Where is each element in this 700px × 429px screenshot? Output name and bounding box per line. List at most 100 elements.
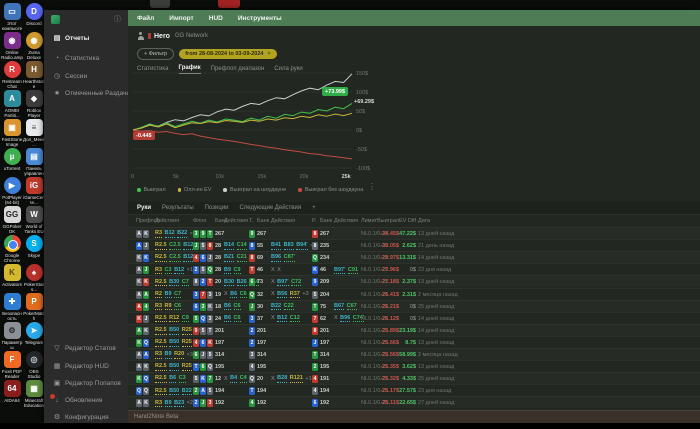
hand-row[interactable]: K Q R2.5 B6 C3 5 K 7 12 X B4 C4 Q 20 X B28 R121 +1 4 191 NL0… bbox=[128, 372, 700, 384]
menu-инструменты[interactable]: Инструменты bbox=[238, 15, 282, 22]
desktop-icon-telegram[interactable]: ➤ Telegram bbox=[23, 322, 45, 345]
desktop-icon-aida64[interactable]: 64 AIDA64 bbox=[1, 380, 23, 403]
sidebar-item-sessions[interactable]: ◷ Сессии bbox=[44, 68, 128, 84]
hands-tab-позиции[interactable]: Позиции bbox=[205, 205, 229, 211]
desktop-icon-activators[interactable]: K Activators bbox=[1, 264, 23, 287]
player-row[interactable]: Hero GG Network bbox=[128, 28, 700, 44]
desktop-icon-discord[interactable]: D Discord bbox=[23, 3, 45, 26]
column-header-9[interactable]: Банк bbox=[320, 218, 332, 224]
column-header-4[interactable]: Действия bbox=[224, 218, 248, 224]
desktop-icon-label: FastStone Image Viewer bbox=[1, 137, 23, 147]
close-icon[interactable]: × bbox=[267, 51, 270, 57]
desktop-icon-online-radio-amp-[interactable]: ◉Online Radio.amp... bbox=[1, 32, 23, 60]
desktop-icon-aomei-partiti-[interactable]: A AOMEI Partiti... bbox=[1, 90, 23, 118]
desktop-icon-skype[interactable]: S Skype bbox=[23, 235, 45, 258]
desktop-icon-world-of-tanks-eu[interactable]: W World of Tanks EU bbox=[23, 206, 45, 234]
hand-row[interactable]: AJR2.5C2.5B12×1J5828B14C14855B41B83B94'×… bbox=[128, 239, 700, 251]
desktop-icon-faststone-image-viewer[interactable]: ▣FastStone Image Viewer bbox=[1, 119, 23, 147]
sidebar-item-popup-editor[interactable]: ▣ Редактор Попапов bbox=[44, 375, 128, 391]
hand-row[interactable]: A A R3 B9 R20 ×3 6 J 5 314 3 314 T 314 NL0.1/0.25 -25.5… bbox=[128, 348, 700, 360]
column-header-2[interactable]: Флоп bbox=[193, 218, 206, 224]
desktop-icon-restream-chat[interactable]: R Restream Chat bbox=[1, 61, 23, 89]
column-header-11[interactable]: Лимит bbox=[361, 218, 377, 224]
legend-item-выиграл[interactable]: Выиграл bbox=[137, 187, 166, 193]
desktop-icon-minecraft-education[interactable]: ▦ Minecraft Education bbox=[23, 380, 45, 408]
hand-row[interactable]: A 4 R3 R9 C6 6 3 K 18 B6 C6 J 30 B22 C22 T 75 B67 C67 NL0.1… bbox=[128, 299, 700, 312]
action-token: C3 bbox=[164, 266, 172, 275]
desktop-icon-google-chrome[interactable]: Google Chrome bbox=[1, 235, 23, 263]
card-Qd: Q bbox=[143, 338, 149, 347]
hands-tab-+[interactable]: + bbox=[312, 205, 316, 211]
info-icon[interactable]: ⓘ bbox=[114, 14, 121, 24]
desktop-icon-pokermatch[interactable]: P PokerMatch bbox=[23, 293, 45, 321]
hands-tab-руки[interactable]: Руки bbox=[137, 205, 151, 211]
sidebar-item-label: Отмеченные Раздачи bbox=[65, 89, 128, 97]
sidebar-item-stats-editor[interactable]: ▽ Редактор Статов bbox=[44, 340, 128, 356]
desktop-icon-roblox-player[interactable]: ◆ Roblox Player bbox=[23, 90, 45, 118]
app-icon: H bbox=[25, 61, 43, 78]
add-filter-button[interactable]: + Фильтр bbox=[137, 48, 175, 60]
hand-row[interactable]: AKR2.5B50R25×295T20122018201NL0.1/0.25-2… bbox=[128, 323, 700, 336]
menu-импорт[interactable]: Импорт bbox=[169, 15, 193, 22]
sidebar-item-statistics[interactable]: ◔ Статистика bbox=[44, 50, 128, 66]
hand-row[interactable]: A A R2 B9 C7 3 7 3 19 X B6 C6 Q 32 X B56 R37 +3 5 204 NL0.1/… bbox=[128, 287, 700, 300]
sidebar-item-reports[interactable]: ▤ Отчеты bbox=[44, 30, 128, 46]
action-token: +3 bbox=[302, 291, 309, 298]
action-token: C67 bbox=[346, 302, 357, 311]
legend-item-олл-ин-ev[interactable]: Олл-ин EV bbox=[177, 187, 211, 193]
column-header-8[interactable]: Р. bbox=[312, 218, 316, 224]
desktop-icon-utorrent[interactable]: µ uTorrent bbox=[1, 148, 23, 171]
desktop-icon-этот-компьютер[interactable]: ▭Этот компьютер bbox=[1, 3, 23, 31]
configuration-icon: ⚙ bbox=[53, 414, 61, 421]
menu-hud[interactable]: HUD bbox=[209, 15, 223, 22]
date-filter-chip[interactable]: from 28-08-2024 to 03-09-2024 × bbox=[179, 49, 277, 59]
column-header-10[interactable]: Действия bbox=[334, 218, 358, 224]
hand-row[interactable]: K J R2.5 R12 C9 5 Q 3 24 B6 C6 3 37 X B12 C12 7 62 X B96 C74… bbox=[128, 311, 700, 324]
sidebar-item-configuration[interactable]: ⚙ Конфигурация bbox=[44, 409, 128, 425]
sidebar-item-updates[interactable]: ↓ Обновления bbox=[44, 392, 128, 408]
action-token: B12 bbox=[164, 230, 175, 238]
hand-row[interactable]: AKR3B12B22×239T26792678267NL0.1/0.25-34.… bbox=[128, 227, 700, 239]
desktop-icon-igamecente-[interactable]: iG iGameCente... bbox=[23, 177, 45, 205]
desktop-icon-панель-управления[interactable]: ▤Панель управления bbox=[23, 148, 45, 176]
hand-row[interactable]: AKR2.5B50R25×2T6Q19541952195NL0.1/0.25-2… bbox=[128, 360, 700, 372]
desktop-icon-ggpokerok[interactable]: GG GGPokerOK bbox=[1, 206, 23, 234]
column-header-14[interactable]: Дата bbox=[418, 218, 430, 224]
stats-editor-icon: ▽ bbox=[54, 345, 60, 352]
column-header-7[interactable]: Действия bbox=[271, 218, 295, 224]
card-Ks: K bbox=[143, 326, 149, 335]
hand-row[interactable]: KKR2.5B30C782T20B30B26C16673XB97'C729209… bbox=[128, 275, 700, 287]
desktop-icon-безопасность-windows[interactable]: ✚Безопасность Windows bbox=[1, 293, 23, 321]
hands-tab-следующие-действия[interactable]: Следующие Действия bbox=[239, 205, 301, 211]
card-6d: 6 bbox=[200, 338, 206, 347]
desktop-icon-foxit-pdf-reader[interactable]: F Foxit PDF Reader bbox=[1, 351, 23, 379]
action-token: B12 bbox=[277, 314, 288, 323]
chart-menu-icon[interactable]: ⋮ bbox=[368, 182, 376, 191]
hand-row[interactable]: A J R3 C3 B12 ×1 2 5 Q 28 B9 C9 T 46 X X K 46 B97' C91 NL0.1… bbox=[128, 263, 700, 275]
desktop-icon-potplayer-64-bit-[interactable]: ▶ PotPlayer (64-bit) bbox=[1, 177, 23, 205]
column-header-13[interactable]: EV Diff bbox=[399, 218, 416, 224]
card-3s: 3 bbox=[207, 290, 213, 299]
desktop-icon-параметры[interactable]: ⚙ Параметры bbox=[1, 322, 23, 350]
desktop-icon-obs-studio[interactable]: ◎ OBS Studio bbox=[23, 351, 45, 379]
hand-row[interactable]: QQR2.5B50B22×22A5194T1944194NL0.1/0.25-2… bbox=[128, 384, 700, 396]
desktop-icon-pokerstars-[interactable]: ♠ PokerStars... bbox=[23, 264, 45, 292]
hand-row[interactable]: A K R3 B9 B23 ×2 2 J 3 192 4 192 6 192 NL0.1/0.25 -25.1… bbox=[128, 396, 700, 408]
legend-item-выиграл-на-шоудауне[interactable]: Выиграл на шоудауне bbox=[223, 187, 286, 193]
column-header-5[interactable]: Т. bbox=[249, 218, 253, 224]
hand-row[interactable]: KQR2.5B50R25×246K1972197J197NL0.1/0.25-2… bbox=[128, 335, 700, 348]
menu-файл[interactable]: Файл bbox=[137, 15, 154, 22]
desktop-icon-hearthstone[interactable]: H Hearthstone bbox=[23, 61, 45, 89]
hand-row[interactable]: KKR2.5C2.5B12×146J28B21C21869B96C87'Q234… bbox=[128, 251, 700, 263]
action-token: C12 bbox=[289, 314, 300, 323]
desktop-icon-дол-мене-[interactable]: ≡ Дол_Мене... bbox=[23, 119, 45, 147]
column-header-6[interactable]: Банк bbox=[257, 218, 269, 224]
column-header-1[interactable]: Действия bbox=[155, 218, 179, 224]
main-area: Файл Импорт HUD Инструменты Hero GG Network… bbox=[128, 10, 700, 423]
sidebar-item-marked-hands[interactable]: ★ Отмеченные Раздачи bbox=[44, 85, 128, 101]
hands-tab-результаты[interactable]: Результаты bbox=[162, 205, 194, 211]
legend-item-выиграл-без-шоудауна[interactable]: Выиграл без шоудауна bbox=[298, 187, 363, 193]
sidebar-item-hud-editor[interactable]: ▦ Редактор HUD bbox=[44, 358, 128, 374]
desktop-icon-zuma-deluxe[interactable]: ◉ Zuma Deluxe bbox=[23, 32, 45, 60]
column-header-12[interactable]: Выиграл bbox=[377, 218, 399, 224]
